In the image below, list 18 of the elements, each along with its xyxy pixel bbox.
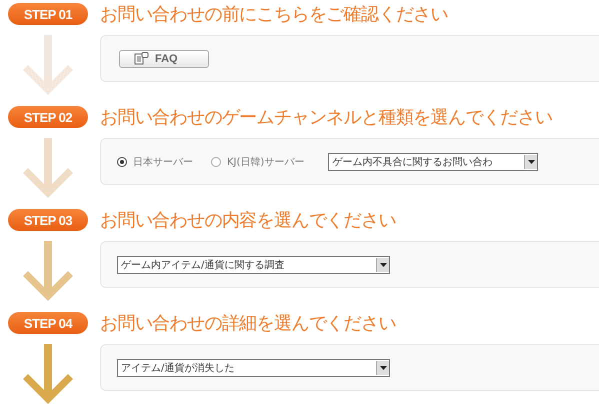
- server-radio[interactable]: KJ(日韓)サーバー: [211, 154, 304, 168]
- caret-icon: [380, 262, 386, 266]
- faq-button[interactable]: FAQ: [119, 50, 209, 68]
- step-badge: STEP 04: [8, 312, 88, 334]
- step-badge: STEP 03: [8, 209, 88, 231]
- dropdown[interactable]: ゲーム内アイテム/通貨に関する調査: [117, 256, 390, 274]
- step-title: お問い合わせのゲームチャンネルと種類を選んでください: [100, 106, 552, 129]
- dropdown[interactable]: ゲーム内不具合に関するお問い合わ: [328, 152, 538, 170]
- step-title: お問い合わせの内容を選んでください: [100, 209, 396, 232]
- document-icon: [134, 52, 149, 65]
- caret-icon: [528, 160, 535, 164]
- dropdown[interactable]: アイテム/通貨が消失した: [117, 358, 390, 376]
- step-badge: STEP 01: [8, 3, 88, 25]
- server-radio[interactable]: 日本サーバー: [117, 154, 193, 168]
- step-title: お問い合わせの詳細を選んでください: [100, 312, 396, 335]
- step-title: お問い合わせの前にこちらをご確認ください: [100, 3, 448, 26]
- step-badge: STEP 02: [8, 106, 88, 128]
- caret-icon: [380, 366, 386, 370]
